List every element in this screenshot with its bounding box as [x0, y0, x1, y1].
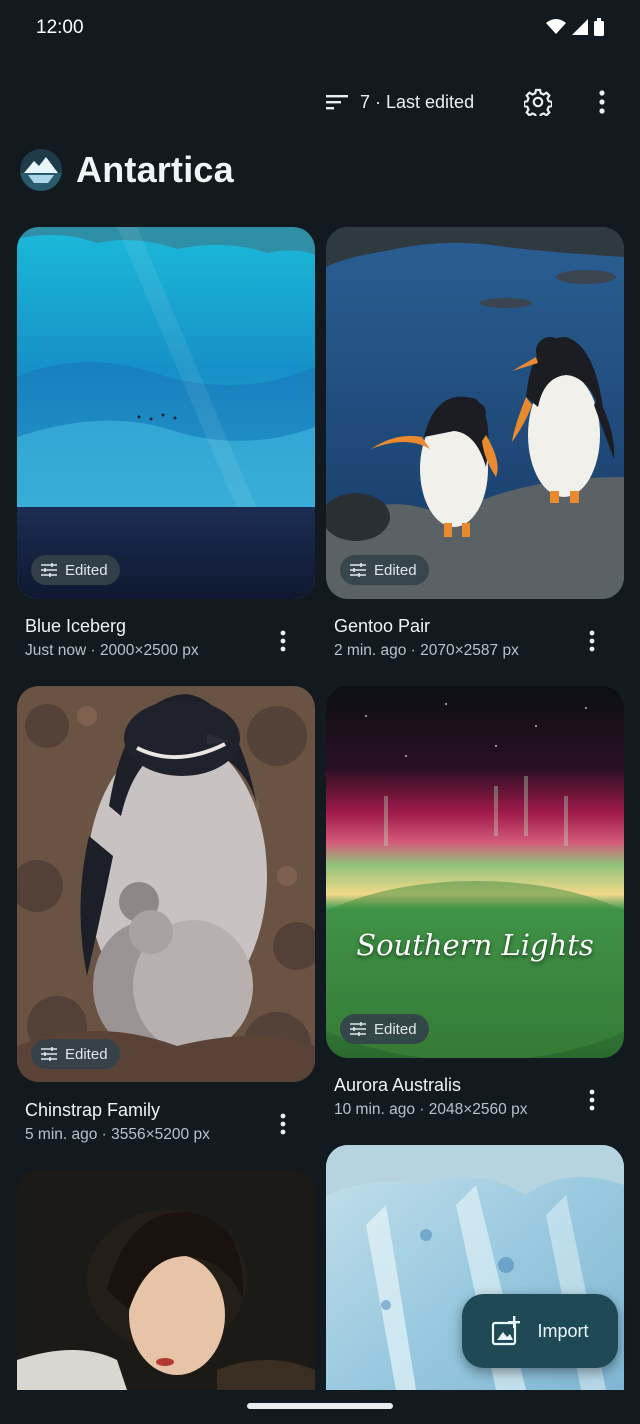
import-label: Import — [537, 1320, 589, 1341]
status-bar: 12:00 — [0, 0, 640, 58]
edited-label: Edited — [374, 561, 417, 579]
tune-icon — [41, 563, 57, 577]
overflow-menu-button[interactable] — [584, 84, 620, 120]
more-vert-icon — [280, 630, 286, 652]
photo-thumbnail[interactable]: Edited — [17, 227, 315, 599]
album-header: Antartica — [20, 148, 234, 192]
edited-label: Edited — [65, 561, 108, 579]
photo-title: Chinstrap Family — [25, 1100, 161, 1120]
photo-thumbnail[interactable]: Edited — [326, 227, 624, 599]
status-icons — [546, 18, 604, 36]
tune-icon — [350, 1022, 366, 1036]
home-indicator[interactable] — [247, 1403, 393, 1409]
iceberg-logo-icon — [20, 149, 62, 191]
more-vert-icon — [589, 630, 595, 652]
photo-card[interactable]: Southern Lights Edited Aurora Australis … — [326, 686, 624, 1126]
import-button[interactable]: Import — [462, 1294, 618, 1368]
photo-meta: 5 min. ago · 3556×5200 px — [25, 1126, 210, 1143]
photo-more-button[interactable] — [580, 1082, 604, 1118]
edited-badge: Edited — [340, 555, 429, 585]
photo-thumbnail[interactable]: Edited — [17, 686, 315, 1082]
album-title: Antartica — [76, 149, 234, 190]
photo-card[interactable]: Edited Blue Iceberg Just now · 2000×2500… — [17, 227, 315, 667]
photo-meta: 10 min. ago · 2048×2560 px — [334, 1101, 528, 1118]
edited-badge: Edited — [31, 555, 120, 585]
battery-icon — [594, 18, 604, 36]
aurora-overlay-text: Southern Lights — [356, 928, 594, 962]
photo-meta: Just now · 2000×2500 px — [25, 642, 199, 659]
photo-title: Blue Iceberg — [25, 616, 127, 636]
status-time: 12:00 — [36, 17, 84, 38]
photo-title: Aurora Australis — [334, 1075, 462, 1095]
tune-icon — [350, 563, 366, 577]
sort-label: 7 · Last edited — [360, 91, 475, 112]
photo-card[interactable]: Edited Gentoo Pair 2 min. ago · 2070×258… — [326, 227, 624, 667]
settings-button[interactable] — [520, 84, 556, 120]
photo-thumbnail[interactable]: Southern Lights Edited — [326, 686, 624, 1058]
gear-icon — [524, 88, 552, 116]
more-vert-icon — [599, 90, 605, 114]
photo-title: Gentoo Pair — [334, 616, 431, 636]
tune-icon — [41, 1047, 57, 1061]
edited-label: Edited — [374, 1020, 417, 1038]
photo-more-button[interactable] — [271, 1106, 295, 1142]
sort-button[interactable]: 7 · Last edited — [326, 82, 474, 122]
photo-card[interactable]: Edited Chinstrap Family 5 min. ago · 355… — [17, 686, 315, 1146]
more-vert-icon — [280, 1113, 286, 1135]
top-toolbar: 7 · Last edited — [0, 82, 640, 122]
photo-more-button[interactable] — [271, 623, 295, 659]
photo-more-button[interactable] — [580, 623, 604, 659]
edited-badge: Edited — [340, 1014, 429, 1044]
photo-card[interactable] — [17, 1170, 315, 1390]
edited-badge: Edited — [31, 1039, 120, 1069]
cellular-icon — [572, 19, 588, 35]
photo-meta: 2 min. ago · 2070×2587 px — [334, 642, 519, 659]
edited-label: Edited — [65, 1045, 108, 1063]
add-photo-icon — [492, 1316, 521, 1346]
photo-thumbnail[interactable] — [17, 1170, 315, 1390]
sort-icon — [326, 95, 348, 110]
more-vert-icon — [589, 1089, 595, 1111]
wifi-icon — [546, 19, 566, 34]
